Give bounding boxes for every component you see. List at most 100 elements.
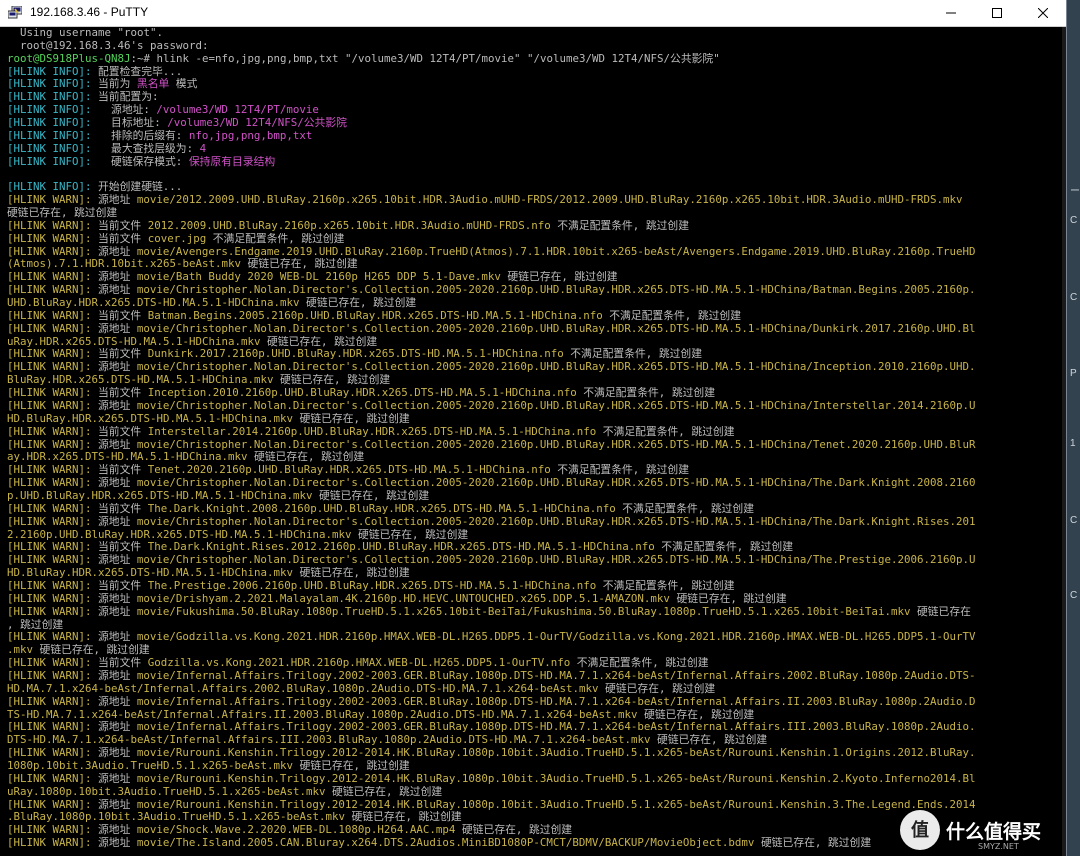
maximize-button[interactable] xyxy=(974,0,1020,26)
terminal-line: 2.2160p.UHD.BluRay.HDR.x265.DTS-HD.MA.5.… xyxy=(0,529,1062,542)
terminal-text-segment: TS-HD.MA.7.1.x264-beAst/Infernal.Affairs… xyxy=(7,708,638,721)
terminal-line: [HLINK WARN]: 当前文件 cover.jpg 不满足配置条件, 跳过… xyxy=(0,233,1062,246)
terminal-text-segment: 不满足配置条件, 跳过创建 xyxy=(563,348,702,361)
terminal-line: 硬链已存在, 跳过创建 xyxy=(0,207,1062,220)
terminal-text-segment: [HLINK INFO]: xyxy=(7,65,99,78)
terminal-line: [HLINK WARN]: 源地址 movie/Rurouni.Kenshin.… xyxy=(0,773,1062,786)
terminal-text-segment: 目标地址: xyxy=(98,117,168,130)
terminal-text-segment: 硬链已存在 xyxy=(910,605,971,618)
terminal-text-segment: 不满足配置条件, 跳过创建 xyxy=(654,541,793,554)
terminal-text-segment: 当前文件 xyxy=(98,232,148,245)
watermark-subtext: SMYZ.NET xyxy=(978,842,1019,851)
terminal-text-segment: 硬链已存在, 跳过创建 xyxy=(669,592,787,605)
terminal-text-segment: 源地址 xyxy=(98,438,137,451)
terminal-line: HD.MA.7.1.x264-beAst/Infernal.Affairs.20… xyxy=(0,683,1062,696)
terminal-line: [HLINK WARN]: 源地址 movie/Bath Buddy 2020 … xyxy=(0,271,1062,284)
terminal-text-segment: :~# hlink -e=nfo,jpg,png,bmp,txt "/volum… xyxy=(130,52,720,65)
terminal-text-segment: 不满足配置条件, 跳过创建 xyxy=(550,464,689,477)
terminal-text-segment: root@192.168.3.46's password: xyxy=(7,39,209,52)
terminal-text-segment: The.Prestige.2006.2160p.UHD.BluRay.HDR.x… xyxy=(147,579,597,592)
terminal-text-segment: [HLINK WARN]: xyxy=(7,837,99,850)
terminal-text-segment: [HLINK WARN]: xyxy=(7,554,99,567)
terminal-text-segment: [HLINK WARN]: xyxy=(7,232,99,245)
terminal-line: [HLINK INFO]: 硬链保存模式: 保持原有目录结构 xyxy=(0,156,1062,169)
terminal-text-segment: 源地址 xyxy=(98,477,137,490)
terminal-text-segment: 当前配置为: xyxy=(98,91,159,104)
terminal-text-segment: [HLINK WARN]: xyxy=(7,322,99,335)
terminal-text-segment: 源地址 xyxy=(98,554,137,567)
terminal-text-segment: Dunkirk.2017.2160p.UHD.BluRay.HDR.x265.D… xyxy=(147,348,564,361)
terminal-text-segment: The.Dark.Knight.Rises.2012.2160p.UHD.Blu… xyxy=(147,541,655,554)
background-window-glyph: C xyxy=(1070,215,1078,226)
terminal-text-segment: 源地址 xyxy=(98,361,137,374)
terminal-text-segment: 配置检查完毕... xyxy=(98,65,183,78)
terminal-line: [HLINK INFO]: 开始创建硬链... xyxy=(0,181,1062,194)
background-window-glyph: C xyxy=(1070,292,1078,303)
terminal-text-segment: 当前文件 xyxy=(98,464,148,477)
terminal-scrollbar[interactable] xyxy=(1062,27,1066,856)
putty-app-icon[interactable] xyxy=(8,6,22,19)
terminal-text-segment: movie/Christopher.Nolan.Director's.Colle… xyxy=(136,399,976,412)
terminal-text-segment: 排除的后缀有: xyxy=(98,129,189,142)
terminal-text-segment: 源地址 xyxy=(98,695,137,708)
terminal-text-segment: 不满足配置条件, 跳过创建 xyxy=(206,232,345,245)
terminal-text-segment: 黑名单 xyxy=(136,78,170,91)
background-window-glyph: ー xyxy=(1070,186,1080,197)
terminal-text-segment: 源地址 xyxy=(98,669,137,682)
minimize-button[interactable] xyxy=(928,0,974,26)
terminal-text-segment: movie/Shock.Wave.2.2020.WEB-DL.1080p.H26… xyxy=(136,824,456,837)
terminal-text-segment: [HLINK WARN]: xyxy=(7,245,99,258)
title-bar[interactable]: 192.168.3.46 - PuTTY xyxy=(0,0,1066,27)
terminal-line: 1080p.10bit.3Audio.TrueHD.5.1.x265-beAst… xyxy=(0,760,1062,773)
terminal-text-segment: 不满足配置条件, 跳过创建 xyxy=(550,219,689,232)
terminal-line: [HLINK WARN]: 源地址 movie/Godzilla.vs.Kong… xyxy=(0,631,1062,644)
terminal-text-segment: 源地址 xyxy=(98,194,137,207)
terminal-line: [HLINK WARN]: 当前文件 The.Dark.Knight.Rises… xyxy=(0,541,1062,554)
terminal-text-segment: movie/Drishyam.2.2021.Malayalam.4K.2160p… xyxy=(136,592,670,605)
terminal-line: [HLINK WARN]: 源地址 movie/Christopher.Nola… xyxy=(0,439,1062,452)
terminal-text-segment: [HLINK INFO]: xyxy=(7,129,99,142)
terminal-text-segment: DTS-HD.MA.7.1.x264-beAst/Infernal.Affair… xyxy=(7,734,651,747)
terminal-text-segment: [HLINK WARN]: xyxy=(7,361,99,374)
terminal-text-segment: [HLINK INFO]: xyxy=(7,104,99,117)
terminal-text-segment: 当前文件 xyxy=(98,541,148,554)
terminal-line: [HLINK WARN]: 源地址 movie/Infernal.Affairs… xyxy=(0,670,1062,683)
minimize-icon xyxy=(946,12,956,14)
terminal-text-segment: 硬链已存在, 跳过创建 xyxy=(293,567,410,580)
maximize-icon xyxy=(992,8,1002,18)
terminal-text-segment: [HLINK WARN]: xyxy=(7,399,99,412)
terminal-text-segment: 源地址 xyxy=(98,798,137,811)
terminal-text-segment: [HLINK WARN]: xyxy=(7,772,99,785)
terminal-text-segment: [HLINK WARN]: xyxy=(7,387,99,400)
terminal-text-segment: [HLINK INFO]: xyxy=(7,117,99,130)
terminal-text-segment: nfo,jpg,png,bmp,txt xyxy=(188,129,313,142)
terminal-text-segment: p.UHD.BluRay.HDR.x265.DTS-HD.MA.5.1-HDCh… xyxy=(7,489,313,502)
close-button[interactable] xyxy=(1020,0,1066,26)
terminal-text-segment: 不满足配置条件, 跳过创建 xyxy=(615,502,754,515)
terminal-text-segment: root@DS918Plus-QN8J xyxy=(7,52,131,65)
terminal-text-segment: [HLINK WARN]: xyxy=(7,631,99,644)
terminal-text-segment: [HLINK WARN]: xyxy=(7,464,99,477)
terminal-text-segment: 源地址 xyxy=(98,515,137,528)
terminal-text-segment: 源地址 xyxy=(98,284,137,297)
terminal-line: [HLINK WARN]: 源地址 movie/Christopher.Nola… xyxy=(0,284,1062,297)
background-window-glyph: 1 xyxy=(1070,438,1076,449)
terminal-text-segment: 当前文件 xyxy=(98,502,148,515)
terminal-line: Using username "root". xyxy=(0,27,1062,40)
terminal-text-segment: [HLINK WARN]: xyxy=(7,194,99,207)
terminal-text-segment: 源地址 xyxy=(98,824,137,837)
terminal-text-segment: [HLINK INFO]: xyxy=(7,142,99,155)
terminal-text-segment: 硬链已存在, 跳过创建 xyxy=(293,412,410,425)
terminal-text-segment: 硬链已存在, 跳过创建 xyxy=(241,258,358,271)
terminal-text-segment: 硬链已存在, 跳过创建 xyxy=(351,528,469,541)
terminal-text-segment: 硬链已存在, 跳过创建 xyxy=(312,489,430,502)
terminal-line: HD.BluRay.HDR.x265.DTS-HD.MA.5.1-HDChina… xyxy=(0,567,1062,580)
terminal-output[interactable]: Using username "root". root@192.168.3.46… xyxy=(0,27,1062,856)
terminal-text-segment: [HLINK WARN]: xyxy=(7,309,99,322)
terminal-text-segment: 源地址: xyxy=(98,104,157,117)
terminal-line: [HLINK WARN]: 源地址 movie/Fukushima.50.Blu… xyxy=(0,606,1062,619)
terminal-text-segment: [HLINK WARN]: xyxy=(7,425,99,438)
terminal-text-segment: 保持原有目录结构 xyxy=(188,155,276,168)
terminal-text-segment: [HLINK WARN]: xyxy=(7,541,99,554)
